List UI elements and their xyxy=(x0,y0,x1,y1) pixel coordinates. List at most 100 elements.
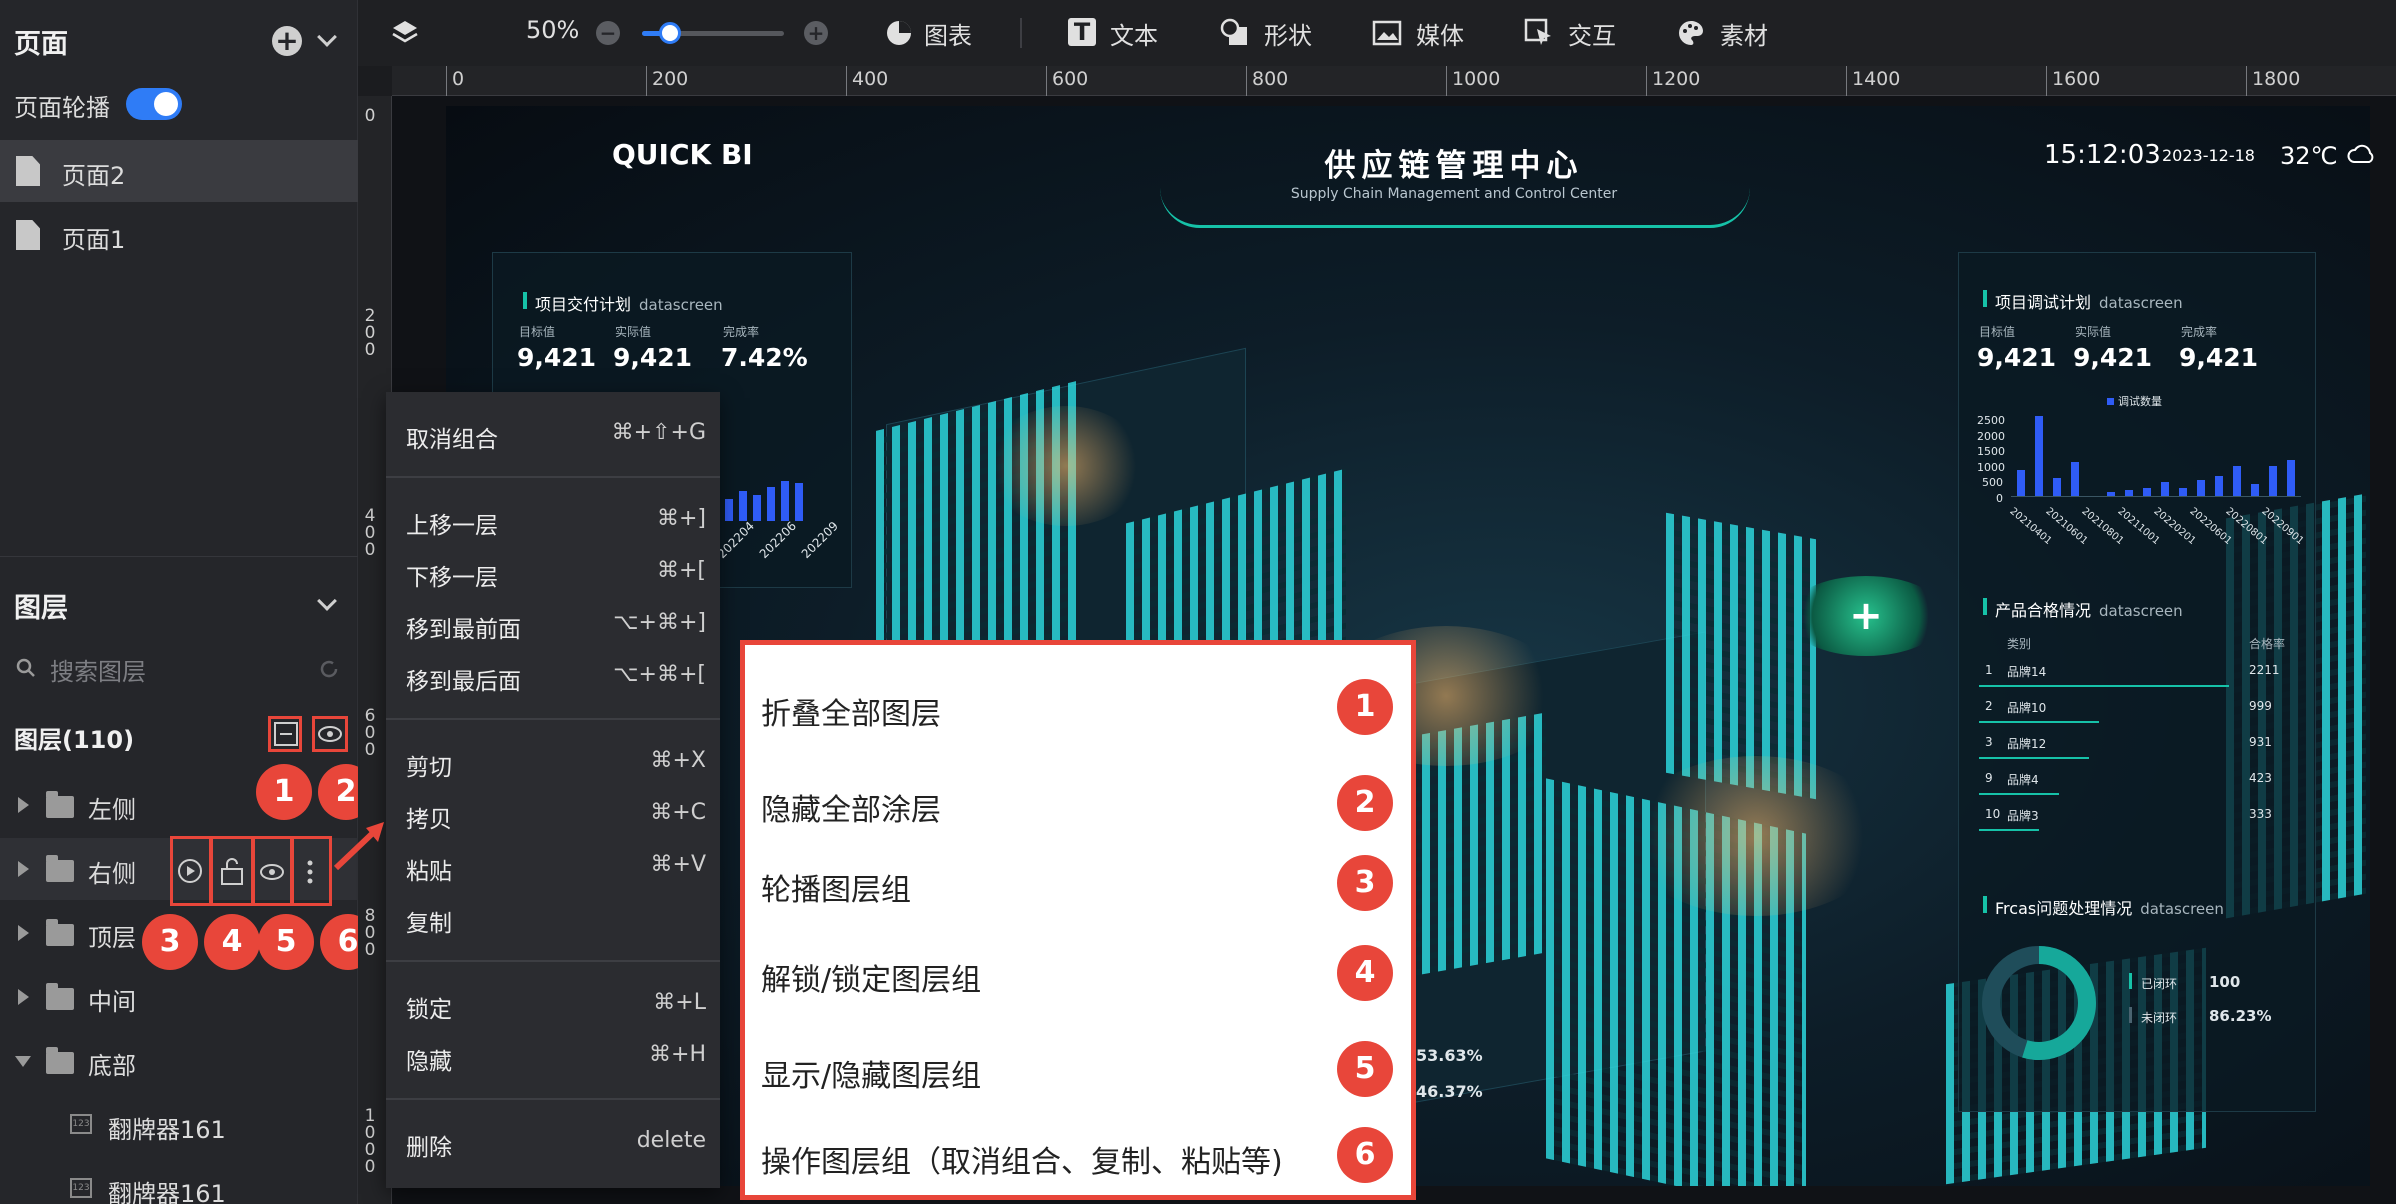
layers-icon[interactable] xyxy=(390,18,420,48)
menu-item[interactable]: 拷贝 ⌘+C xyxy=(406,800,706,834)
layer-group-middle[interactable]: 中间 xyxy=(0,966,358,1028)
row-name: 品牌10 xyxy=(2007,701,2047,715)
folder-icon xyxy=(46,919,74,946)
mini-bar-chart xyxy=(725,473,825,521)
refresh-icon[interactable] xyxy=(318,658,340,680)
layer-search-placeholder: 搜索图层 xyxy=(50,658,146,686)
layer-search[interactable]: 搜索图层 xyxy=(14,648,344,688)
more-icon[interactable] xyxy=(304,858,316,886)
expand-icon[interactable] xyxy=(18,989,29,1005)
menu-item[interactable]: 删除 delete xyxy=(406,1128,706,1162)
unlock-icon[interactable] xyxy=(219,856,245,886)
dashboard-title: 供应链管理中心 xyxy=(1324,148,1584,184)
chevron-down-icon[interactable] xyxy=(317,591,337,611)
row-rank: 10 xyxy=(1985,807,2001,821)
bar xyxy=(2287,460,2295,496)
layer-label: 左侧 xyxy=(88,796,136,824)
folder-open-icon xyxy=(46,1047,74,1074)
menu-divider xyxy=(386,476,720,478)
toolbar-media[interactable]: 媒体 xyxy=(1416,16,1464,51)
menu-item-shortcut: ⌘+V xyxy=(650,852,706,877)
menu-item-label: 下移一层 xyxy=(406,565,498,591)
ruler-label: 1400 xyxy=(1852,68,1901,90)
menu-item[interactable]: 锁定 ⌘+L xyxy=(406,990,706,1024)
light-glow xyxy=(1626,756,1886,916)
bar xyxy=(2071,462,2079,496)
row-name: 品牌12 xyxy=(2007,737,2047,751)
interaction-icon[interactable] xyxy=(1524,18,1554,48)
chart-icon[interactable] xyxy=(884,18,914,48)
toolbar-shape[interactable]: 形状 xyxy=(1264,16,1312,51)
row-name: 品牌14 xyxy=(2007,665,2047,679)
chevron-down-icon[interactable] xyxy=(317,27,337,47)
menu-item[interactable]: 剪切 ⌘+X xyxy=(406,748,706,782)
layer-item[interactable]: 123 翻牌器161 xyxy=(0,1094,358,1156)
row-rank: 3 xyxy=(1985,735,1993,749)
shape-icon[interactable] xyxy=(1220,18,1250,48)
add-page-icon[interactable]: + xyxy=(272,26,302,56)
menu-item-shortcut: ⌘+C xyxy=(650,800,706,825)
y-tick: 2000 xyxy=(1977,429,2005,443)
menu-item[interactable]: 移到最前面 ⌥+⌘+] xyxy=(406,610,706,644)
legend-badge-5: 5 xyxy=(1337,1041,1393,1097)
zoom-slider-handle[interactable] xyxy=(659,22,682,44)
kpi-value: 7.42% xyxy=(721,343,808,372)
zoom-in-button[interactable]: + xyxy=(804,21,828,45)
menu-item[interactable]: 上移一层 ⌘+] xyxy=(406,506,706,540)
palette-icon[interactable] xyxy=(1676,18,1706,48)
floating-percent: 46.37% xyxy=(1416,1082,1483,1101)
legend-marker xyxy=(2129,973,2132,989)
menu-item[interactable]: 下移一层 ⌘+[ xyxy=(406,558,706,592)
eye-icon[interactable] xyxy=(259,860,285,884)
eye-icon[interactable] xyxy=(317,722,343,746)
zoom-out-button[interactable]: − xyxy=(596,21,620,45)
menu-item[interactable]: 粘贴 ⌘+V xyxy=(406,852,706,886)
collapse-all-icon[interactable] xyxy=(273,721,299,747)
row-progress-bar xyxy=(1979,757,2089,759)
collapse-icon[interactable] xyxy=(15,1056,31,1067)
menu-item-shortcut: ⌘+L xyxy=(653,990,706,1015)
menu-item-shortcut: ⌘+⇧+G xyxy=(611,420,706,445)
layer-group-left[interactable]: 左侧 xyxy=(0,774,358,836)
left-panel: 页面 + 页面轮播 页面2 页面1 图层 搜索图层 图层(110) 1 2 左侧… xyxy=(0,0,376,1204)
ruler-label: 1600 xyxy=(2052,68,2101,90)
menu-item[interactable]: 移到最后面 ⌥+⌘+[ xyxy=(406,662,706,696)
bar xyxy=(795,483,803,521)
layers-title: 图层 xyxy=(14,593,68,624)
layer-item[interactable]: 123 翻牌器161 xyxy=(0,1158,358,1204)
ruler-label: 1000 xyxy=(1452,68,1501,90)
legend-swatch xyxy=(2107,398,2114,405)
kpi-label: 目标值 xyxy=(519,325,556,339)
bar xyxy=(2233,466,2241,496)
expand-icon[interactable] xyxy=(18,861,29,877)
play-icon[interactable] xyxy=(177,858,203,884)
expand-icon[interactable] xyxy=(18,797,29,813)
menu-item-label: 隐藏 xyxy=(406,1049,452,1075)
toolbar-text[interactable]: 文本 xyxy=(1110,16,1158,51)
page-item-1[interactable]: 页面1 xyxy=(0,204,358,266)
bar xyxy=(725,499,733,521)
horizontal-ruler: 0 200 400 600 800 1000 1200 1400 1600 1800 xyxy=(392,66,2396,96)
bar xyxy=(739,491,747,521)
toolbar-divider xyxy=(1020,18,1022,48)
bar xyxy=(767,487,775,521)
page-item-2[interactable]: 页面2 xyxy=(0,140,358,202)
row-rank: 1 xyxy=(1985,663,1993,677)
toolbar-chart[interactable]: 图表 xyxy=(924,16,972,51)
expand-icon[interactable] xyxy=(18,925,29,941)
editor-screen: { "pages_panel": { "title": "页面", "carou… xyxy=(0,0,2396,1204)
page-carousel-toggle[interactable] xyxy=(126,88,182,120)
ruler-label: 200 xyxy=(652,68,689,90)
text-icon[interactable]: T xyxy=(1068,18,1096,46)
menu-item[interactable]: 取消组合 ⌘+⇧+G xyxy=(406,420,706,454)
menu-item[interactable]: 复制 xyxy=(406,904,706,938)
toolbar-interaction[interactable]: 交互 xyxy=(1568,16,1616,51)
menu-item[interactable]: 隐藏 ⌘+H xyxy=(406,1042,706,1076)
menu-item-shortcut: ⌥+⌘+] xyxy=(613,610,706,635)
layer-group-bottom[interactable]: 底部 xyxy=(0,1030,358,1092)
media-icon[interactable] xyxy=(1372,18,1402,48)
bar xyxy=(2215,476,2223,496)
toolbar-assets[interactable]: 素材 xyxy=(1720,16,1768,51)
legend-marker xyxy=(2129,1007,2132,1023)
card-debug-plan[interactable]: 项目调试计划 datascreen 目标值 实际值 完成率 9,421 9,421… xyxy=(1958,252,2316,1112)
